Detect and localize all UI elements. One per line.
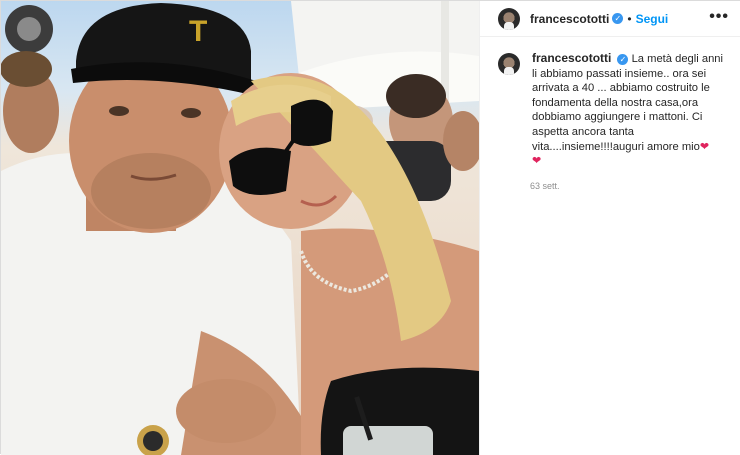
caption-row: francescototti ✓ La metà degli anni li a… — [480, 37, 740, 169]
glass — [343, 426, 433, 455]
post-header: francescototti ✓ • Segui ••• — [480, 1, 740, 37]
avatar[interactable] — [498, 8, 520, 30]
post-sidebar: francescototti ✓ • Segui ••• francescoto… — [479, 1, 740, 455]
sunglasses — [229, 148, 291, 195]
man-hand — [176, 379, 276, 443]
caption-avatar[interactable] — [498, 53, 520, 75]
separator-dot: • — [627, 12, 631, 26]
post-photo[interactable]: T — [1, 1, 479, 455]
follow-button[interactable]: Segui — [636, 12, 669, 26]
photo-illustration: T — [1, 1, 479, 455]
cap-logo: T — [189, 15, 207, 48]
username-link[interactable]: francescototti — [530, 12, 609, 26]
caption-body: francescototti ✓ La metà degli anni li a… — [532, 51, 727, 169]
caption-text: La metà degli anni li abbiamo passati in… — [532, 53, 723, 153]
heart-icon: ❤ — [532, 155, 541, 167]
caption-username-link[interactable]: francescototti — [532, 51, 611, 65]
verified-badge-icon: ✓ — [612, 13, 623, 24]
more-options-icon[interactable]: ••• — [709, 8, 729, 26]
heart-icon: ❤ — [700, 141, 709, 153]
verified-badge-icon: ✓ — [617, 54, 628, 65]
instagram-post: T francescototti ✓ • Segui ••• — [0, 0, 740, 454]
timestamp[interactable]: 63 sett. — [530, 181, 740, 191]
